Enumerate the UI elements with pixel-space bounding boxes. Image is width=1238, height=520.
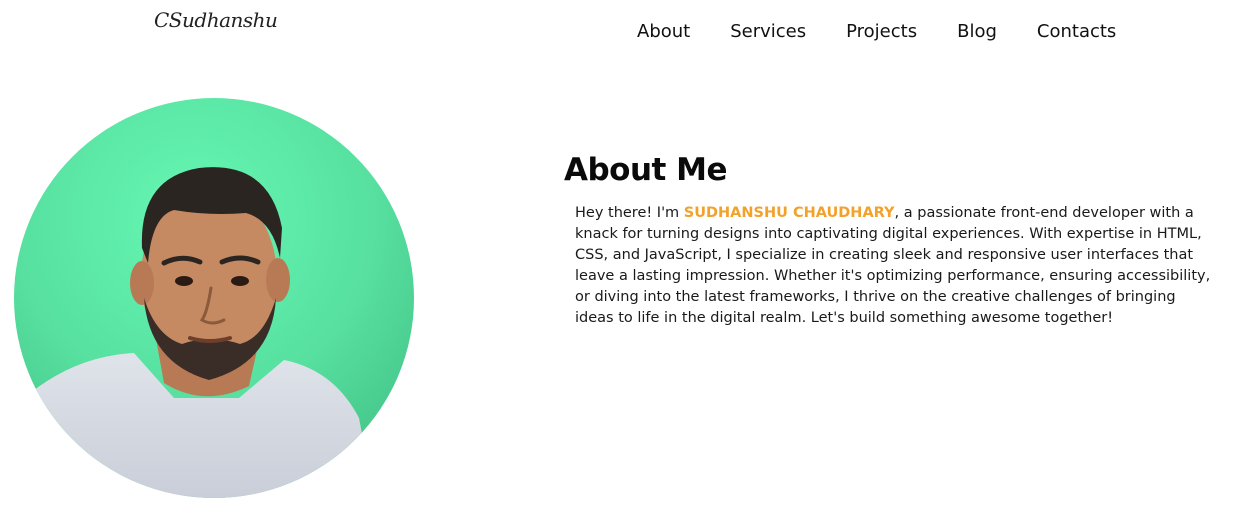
- left-eye: [175, 276, 193, 286]
- profile-photo: [14, 98, 414, 498]
- nav-projects[interactable]: Projects: [846, 20, 917, 44]
- main-nav: About Services Projects Blog Contacts: [637, 20, 1116, 44]
- name-highlight: SUDHANSHU CHAUDHARY: [683, 205, 895, 221]
- right-ear: [266, 258, 290, 302]
- portrait-illustration: [14, 98, 414, 498]
- right-eye: [231, 276, 249, 286]
- about-intro-rest: , a passionate front-end developer with …: [575, 205, 1211, 326]
- logo[interactable]: CSudhanshu: [154, 8, 278, 32]
- nav-blog[interactable]: Blog: [957, 20, 997, 44]
- nav-services[interactable]: Services: [730, 20, 806, 44]
- nav-about[interactable]: About: [637, 20, 690, 44]
- about-description: Hey there! I'm SUDHANSHU CHAUDHARY, a pa…: [575, 203, 1211, 329]
- left-ear: [130, 261, 154, 305]
- about-title: About Me: [564, 152, 728, 188]
- about-intro-prefix: Hey there! I'm: [575, 205, 684, 221]
- nav-contacts[interactable]: Contacts: [1037, 20, 1116, 44]
